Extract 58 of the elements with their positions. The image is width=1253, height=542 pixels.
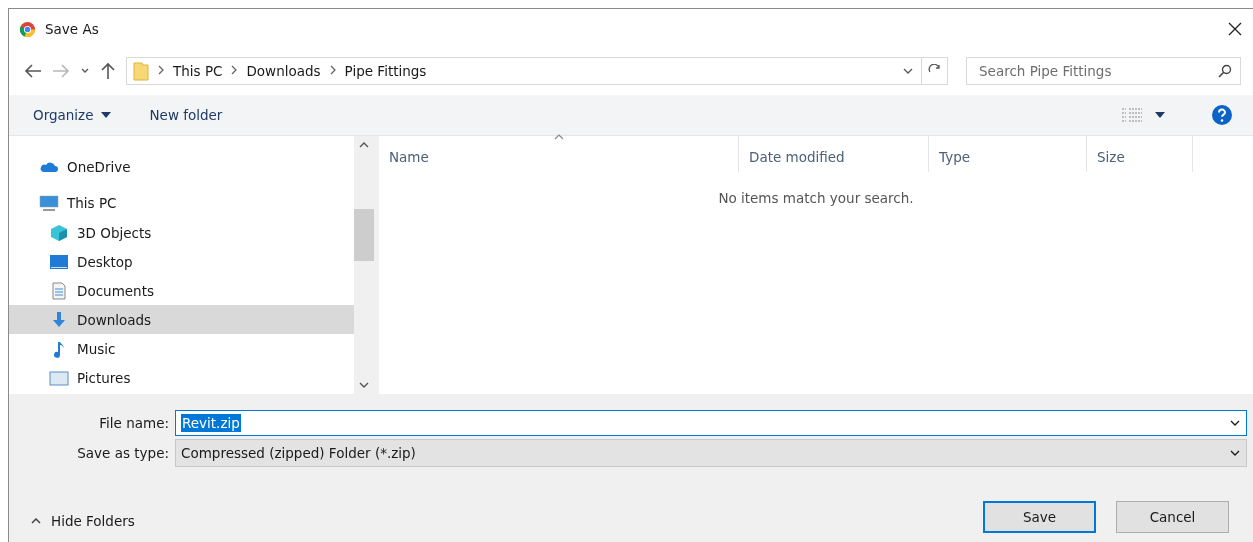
nav-item-label: Documents xyxy=(77,282,154,299)
nav-item[interactable]: Music xyxy=(9,334,354,363)
column-header[interactable]: Date modified xyxy=(739,136,929,172)
nav-item[interactable]: Desktop xyxy=(9,247,354,276)
file-name-field[interactable]: Revit.zip xyxy=(175,410,1247,436)
column-header[interactable]: Type xyxy=(929,136,1087,172)
document-icon xyxy=(49,281,69,300)
breadcrumb-item[interactable]: This PC xyxy=(173,63,223,79)
save-button[interactable]: Save xyxy=(983,501,1096,533)
field-label: File name: xyxy=(98,415,170,431)
hide-folders-button[interactable]: Hide Folders xyxy=(31,513,135,529)
nav-item[interactable]: 3D Objects xyxy=(9,218,354,247)
breadcrumb-item[interactable]: Pipe Fittings xyxy=(344,63,427,79)
scroll-thumb[interactable] xyxy=(354,209,374,261)
breadcrumb-item[interactable]: Downloads xyxy=(246,63,321,79)
nav-item[interactable]: Documents xyxy=(9,276,354,305)
nav-item-label: OneDrive xyxy=(67,159,131,175)
column-header[interactable]: Name xyxy=(379,136,739,172)
nav-item-label: 3D Objects xyxy=(77,224,152,241)
help-icon[interactable] xyxy=(1211,104,1233,126)
window-title: Save As xyxy=(45,21,100,37)
close-icon[interactable] xyxy=(1227,21,1243,37)
chevron-up-icon xyxy=(31,518,41,524)
nav-item[interactable]: OneDrive xyxy=(9,152,354,182)
scroll-up-icon[interactable] xyxy=(359,142,369,148)
empty-message: No items match your search. xyxy=(717,190,915,206)
address-bar[interactable]: This PC Downloads Pipe Fittings xyxy=(126,57,948,85)
monitor-icon xyxy=(39,194,59,212)
search-icon xyxy=(1218,64,1232,78)
nav-item[interactable]: Downloads xyxy=(9,305,354,334)
scroll-down-icon[interactable] xyxy=(359,382,369,388)
cube-icon xyxy=(49,223,69,242)
back-arrow-icon[interactable] xyxy=(24,63,42,79)
pictures-icon xyxy=(49,368,69,387)
folder-icon xyxy=(133,61,149,81)
view-options-icon[interactable] xyxy=(1121,107,1165,123)
chevron-down-icon[interactable] xyxy=(1230,448,1240,458)
dropdown-triangle-icon xyxy=(101,112,112,118)
organize-button[interactable]: Organize xyxy=(31,105,114,125)
nav-item[interactable]: Pictures xyxy=(9,363,354,392)
nav-item-label: Desktop xyxy=(77,253,133,270)
nav-item[interactable]: This PC xyxy=(9,188,354,218)
new-folder-button[interactable]: New folder xyxy=(147,105,225,125)
column-header[interactable]: Size xyxy=(1087,136,1193,172)
nav-item-label: Music xyxy=(77,340,116,357)
sort-caret-icon xyxy=(553,134,564,142)
browser-logo-icon xyxy=(19,20,36,38)
search-input[interactable]: Search Pipe Fittings xyxy=(977,62,1218,80)
nav-item-label: This PC xyxy=(67,195,117,211)
search-field[interactable]: Search Pipe Fittings xyxy=(966,57,1241,85)
file-type-dropdown[interactable]: Compressed (zipped) Folder (*.zip) xyxy=(175,439,1247,467)
up-arrow-icon[interactable] xyxy=(100,62,116,80)
nav-item-label: Pictures xyxy=(77,369,131,386)
chevron-down-icon[interactable] xyxy=(1230,418,1240,428)
field-label: Save as type: xyxy=(76,445,170,461)
desktop-icon xyxy=(49,252,69,271)
cancel-button[interactable]: Cancel xyxy=(1116,501,1229,533)
nav-item-label: Downloads xyxy=(77,311,152,328)
